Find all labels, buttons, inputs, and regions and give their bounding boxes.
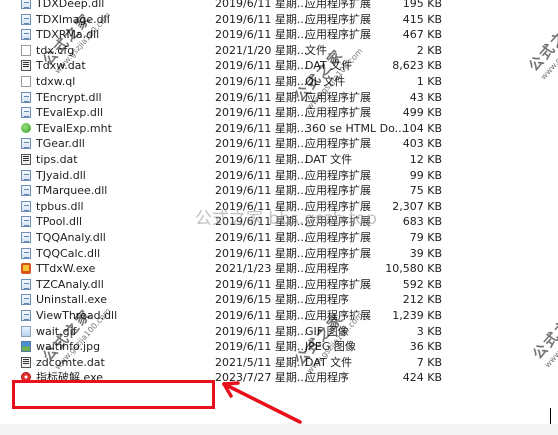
text-caret bbox=[550, 408, 551, 424]
status-strip bbox=[0, 424, 558, 435]
annotation-arrow-icon bbox=[222, 381, 302, 424]
